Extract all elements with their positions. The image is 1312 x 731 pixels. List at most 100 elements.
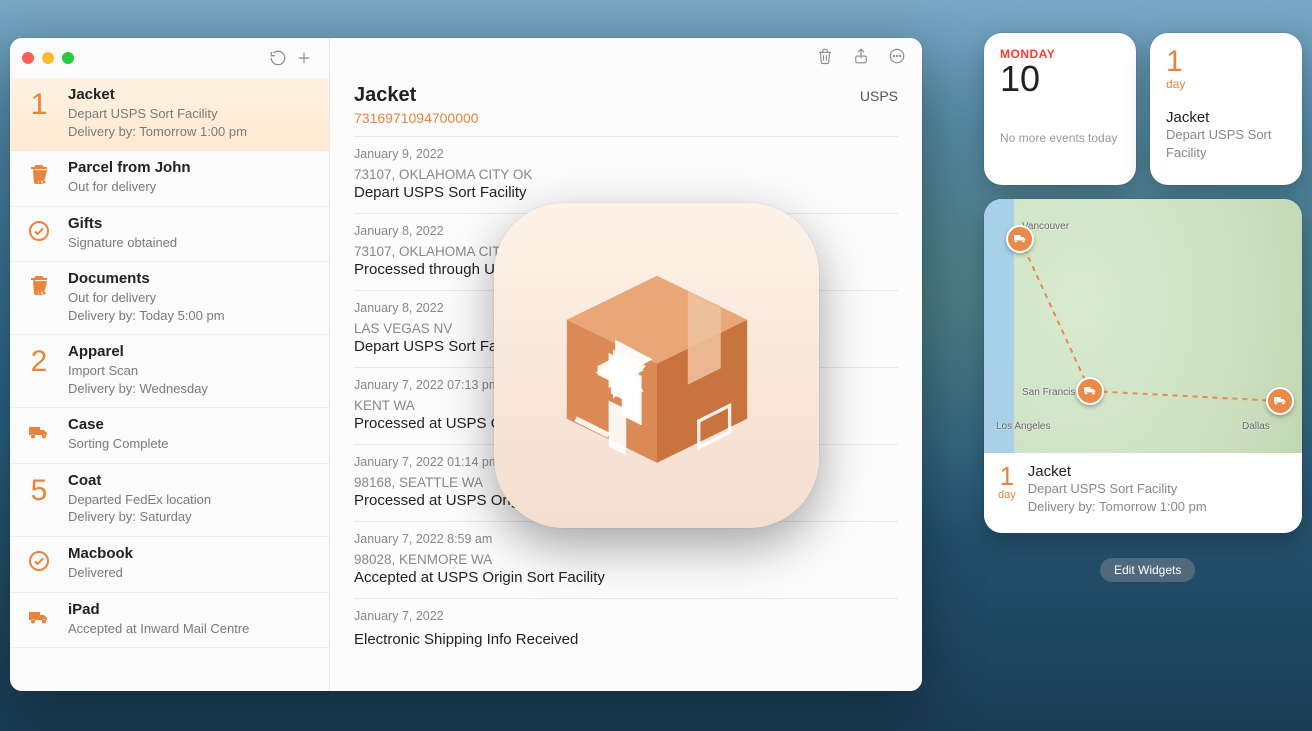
minimize-window-button[interactable] (42, 52, 54, 64)
tracking-event: January 9, 2022 73107, OKLAHOMA CITY OK De… (354, 136, 898, 213)
event-status: Electronic Shipping Info Received (354, 631, 898, 648)
detail-header: Jacket USPS 7316971094700000 (330, 78, 922, 136)
package-title: Jacket (1166, 109, 1286, 126)
package-small-widget[interactable]: 1 day Jacket Depart USPS Sort Facility (1150, 33, 1302, 185)
truck-icon (1272, 393, 1288, 409)
add-parcel-button[interactable] (291, 45, 317, 71)
tracking-event: January 7, 2022 Electronic Shipping Info … (354, 598, 898, 660)
event-date: January 7, 2022 8:59 am (354, 532, 898, 546)
map-days-number: 1 (998, 463, 1016, 489)
calendar-message: No more events today (1000, 131, 1120, 145)
item-title: Jacket (68, 86, 315, 103)
event-location: 73107, OKLAHOMA CITY OK (354, 167, 898, 182)
item-title: Coat (68, 472, 315, 489)
package-days-unit: day (1166, 77, 1286, 91)
item-delivery: Delivery by: Today 5:00 pm (68, 307, 315, 325)
list-item[interactable]: Documents Out for deliveryDelivery by: To… (10, 262, 329, 335)
map-pin-origin (1006, 225, 1034, 253)
truck-icon (20, 416, 58, 453)
window-titlebar (10, 38, 329, 78)
item-delivery: Delivery by: Saturday (68, 508, 315, 526)
cart-icon (20, 270, 58, 324)
package-days-number: 1 (1166, 47, 1286, 77)
item-title: Gifts (68, 215, 315, 232)
tracking-event: January 7, 2022 8:59 am 98028, KENMORE WA… (354, 521, 898, 598)
item-title: Macbook (68, 545, 315, 562)
map-area: Vancouver San Francisco Los Angeles Dall… (984, 199, 1302, 453)
list-item[interactable]: Case Sorting Complete (10, 408, 329, 464)
map-days-unit: day (998, 489, 1016, 501)
item-subtitle: Depart USPS Sort Facility (68, 105, 315, 123)
days-badge: 1 (20, 86, 58, 140)
calendar-widget[interactable]: MONDAY 10 No more events today (984, 33, 1136, 185)
item-subtitle: Delivered (68, 564, 315, 582)
tracking-number[interactable]: 7316971094700000 (354, 110, 898, 126)
item-subtitle: Out for delivery (68, 178, 315, 196)
map-line2: Delivery by: Tomorrow 1:00 pm (1028, 498, 1207, 516)
calendar-date: 10 (1000, 61, 1120, 97)
map-widget-info: 1 day Jacket Depart USPS Sort Facility D… (984, 453, 1302, 533)
list-item[interactable]: 1 Jacket Depart USPS Sort FacilityDelivery… (10, 78, 329, 151)
refresh-icon (269, 49, 287, 67)
detail-title: Jacket (354, 84, 416, 107)
city-label-la: Los Angeles (996, 421, 1051, 432)
trash-icon (816, 47, 834, 65)
parcel-list: 1JacketDepart USPS Sort FacilityDelivery… (10, 78, 329, 691)
item-subtitle: Import Scan (68, 362, 315, 380)
item-title: iPad (68, 601, 315, 618)
plus-icon (295, 49, 313, 67)
item-subtitle: Signature obtained (68, 234, 315, 252)
days-badge: 2 (20, 343, 58, 397)
package-status: Depart USPS Sort Facility (1166, 126, 1286, 161)
item-delivery: Delivery by: Tomorrow 1:00 pm (68, 123, 315, 141)
refresh-button[interactable] (265, 45, 291, 71)
truck-icon (1012, 231, 1028, 247)
item-subtitle: Accepted at Inward Mail Centre (68, 620, 315, 638)
item-subtitle: Out for delivery (68, 289, 315, 307)
ellipsis-icon (888, 47, 906, 65)
list-item[interactable]: iPad Accepted at Inward Mail Centre (10, 593, 329, 649)
event-status: Depart USPS Sort Facility (354, 184, 898, 201)
list-item[interactable]: Gifts Signature obtained (10, 207, 329, 263)
share-icon (852, 47, 870, 65)
check-icon (20, 215, 58, 252)
detail-toolbar (330, 38, 922, 78)
traffic-lights (22, 52, 74, 64)
map-pin-mid (1076, 377, 1104, 405)
list-item[interactable]: Macbook Delivered (10, 537, 329, 593)
list-item[interactable]: Parcel from John Out for delivery (10, 151, 329, 207)
item-delivery: Delivery by: Wednesday (68, 380, 315, 398)
item-title: Case (68, 416, 315, 433)
list-item[interactable]: 2 Apparel Import ScanDelivery by: Wednesda… (10, 335, 329, 408)
item-title: Parcel from John (68, 159, 315, 176)
share-button[interactable] (852, 47, 870, 70)
event-status: Accepted at USPS Origin Sort Facility (354, 569, 898, 586)
event-location: 98028, KENMORE WA (354, 552, 898, 567)
map-widget[interactable]: Vancouver San Francisco Los Angeles Dall… (984, 199, 1302, 533)
event-date: January 9, 2022 (354, 147, 898, 161)
list-item[interactable]: 5 Coat Departed FedEx locationDelivery by:… (10, 464, 329, 537)
delete-button[interactable] (816, 47, 834, 70)
carrier-label: USPS (860, 88, 898, 104)
map-line1: Depart USPS Sort Facility (1028, 480, 1207, 498)
map-pin-dest (1266, 387, 1294, 415)
days-badge: 5 (20, 472, 58, 526)
edit-widgets-button[interactable]: Edit Widgets (1100, 558, 1195, 582)
city-label-dallas: Dallas (1242, 421, 1270, 432)
item-title: Apparel (68, 343, 315, 360)
truck-icon (1082, 383, 1098, 399)
more-button[interactable] (888, 47, 906, 70)
sidebar: 1JacketDepart USPS Sort FacilityDelivery… (10, 38, 330, 691)
truck-icon (20, 601, 58, 638)
zoom-window-button[interactable] (62, 52, 74, 64)
cart-icon (20, 159, 58, 196)
package-box-icon (547, 256, 767, 476)
app-icon (494, 203, 819, 528)
close-window-button[interactable] (22, 52, 34, 64)
map-title: Jacket (1028, 463, 1207, 480)
check-icon (20, 545, 58, 582)
item-subtitle: Sorting Complete (68, 435, 315, 453)
item-title: Documents (68, 270, 315, 287)
item-subtitle: Departed FedEx location (68, 491, 315, 509)
event-date: January 7, 2022 (354, 609, 898, 623)
